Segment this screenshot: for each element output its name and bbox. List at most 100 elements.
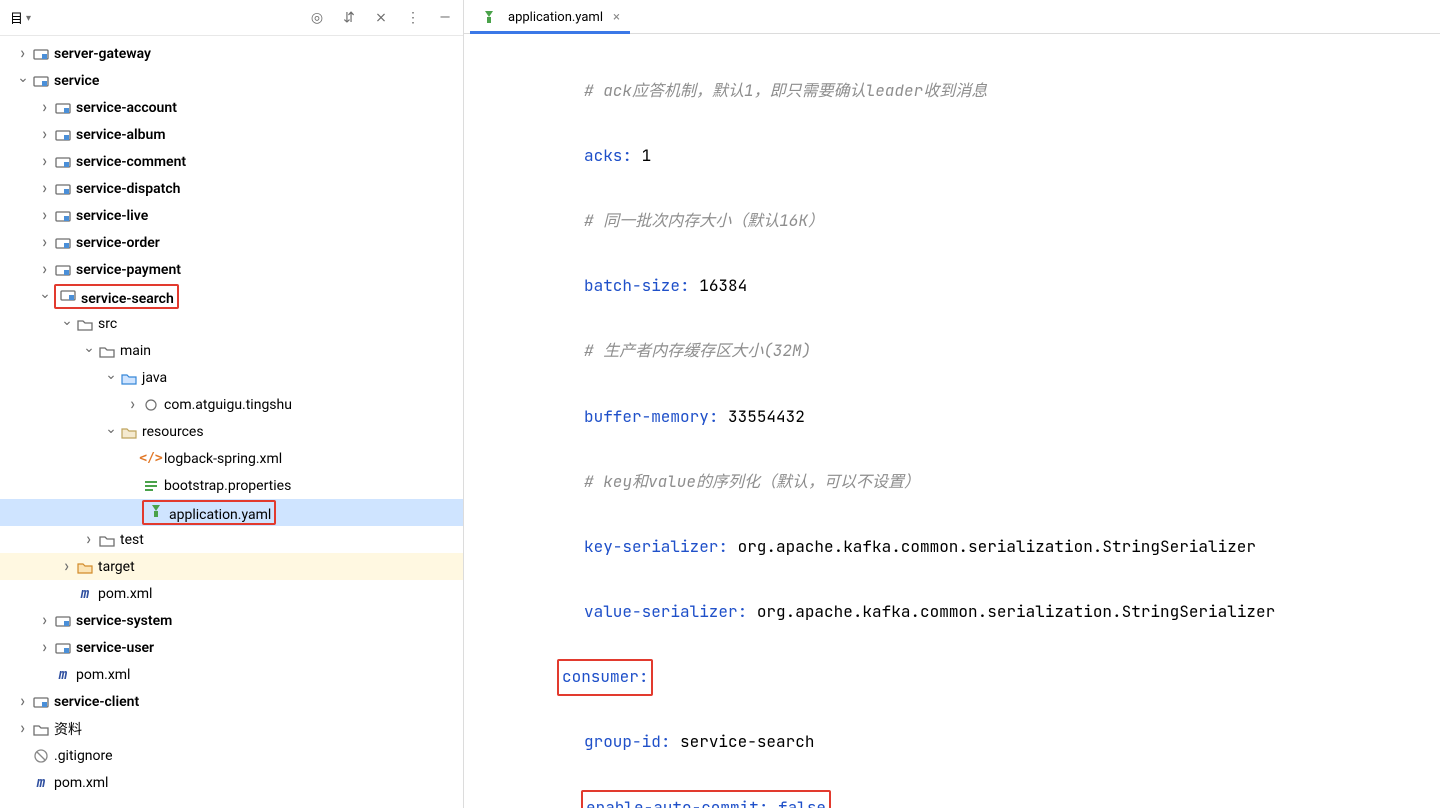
tree-item-test[interactable]: test: [0, 526, 463, 553]
tree-arrow-icon[interactable]: [36, 209, 54, 222]
tree-label: service-album: [76, 127, 166, 143]
tree-item-service-system[interactable]: service-system: [0, 607, 463, 634]
highlight-box: service-search: [54, 284, 179, 309]
tree-arrow-icon[interactable]: [80, 343, 98, 359]
tree-label: java: [142, 370, 167, 386]
tree-item-service[interactable]: service: [0, 67, 463, 94]
props-icon: [142, 477, 160, 495]
tree-label: com.atguigu.tingshu: [164, 397, 292, 413]
code-key: consumer: [562, 666, 639, 687]
close-icon[interactable]: ×: [613, 10, 620, 25]
tree-arrow-icon[interactable]: [14, 73, 32, 89]
tree-item-bootstrap-properties[interactable]: bootstrap.properties: [0, 472, 463, 499]
tree-arrow-icon[interactable]: [102, 370, 120, 386]
folder-mod-icon: [54, 207, 72, 225]
select-opened-file-icon[interactable]: ◎: [307, 8, 327, 28]
code-key: batch-size: [584, 270, 680, 303]
highlight-enable-auto-commit: enable-auto-commit: false: [581, 790, 831, 808]
folder-mod-icon: [32, 72, 50, 90]
tree-item--gitignore[interactable]: .gitignore: [0, 742, 463, 769]
tree-label: target: [98, 559, 135, 575]
folder-mod-icon: [32, 693, 50, 711]
tree-item-service-live[interactable]: service-live: [0, 202, 463, 229]
tree-item-pom-xml[interactable]: mpom.xml: [0, 580, 463, 607]
project-view-label[interactable]: 目: [10, 8, 23, 27]
tree-arrow-icon[interactable]: [36, 182, 54, 195]
folder-icon: [98, 531, 116, 549]
tree-arrow-icon[interactable]: [102, 424, 120, 440]
tree-label: service-account: [76, 100, 177, 116]
tree-item-main[interactable]: main: [0, 337, 463, 364]
tree-item-service-payment[interactable]: service-payment: [0, 256, 463, 283]
m-icon: m: [32, 774, 50, 792]
tree-label: logback-spring.xml: [164, 451, 282, 467]
folder-target-icon: [76, 558, 94, 576]
tree-item-service-search[interactable]: service-search: [0, 283, 463, 310]
code-editor[interactable]: # ack应答机制，默认1，即只需要确认leader收到消息 acks: 1 #…: [464, 34, 1440, 808]
code-value: 33554432: [728, 401, 805, 434]
tree-item-application-yaml[interactable]: application.yaml: [0, 499, 463, 526]
tree-item-target[interactable]: target: [0, 553, 463, 580]
code-comment: # 生产者内存缓存区大小(32M): [584, 335, 811, 368]
code-value: 16384: [699, 270, 747, 303]
tree-arrow-icon[interactable]: [36, 263, 54, 276]
tree-item--[interactable]: 资料: [0, 715, 463, 742]
tree-label: application.yaml: [169, 507, 271, 523]
project-tree[interactable]: server-gateway service service-account serv…: [0, 36, 463, 808]
tree-arrow-icon[interactable]: [36, 236, 54, 249]
tree-item-resources[interactable]: resources: [0, 418, 463, 445]
tree-arrow-icon[interactable]: [36, 155, 54, 168]
tree-item-service-dispatch[interactable]: service-dispatch: [0, 175, 463, 202]
tree-item-service-user[interactable]: service-user: [0, 634, 463, 661]
tree-item-src[interactable]: src: [0, 310, 463, 337]
tree-label: service-live: [76, 208, 148, 224]
tree-label: main: [120, 343, 151, 359]
tree-arrow-icon[interactable]: [14, 722, 32, 735]
tree-label: service-client: [54, 694, 139, 710]
code-key: enable-auto-commit: [586, 797, 759, 808]
tree-arrow-icon[interactable]: [14, 47, 32, 60]
tree-label: service-system: [76, 613, 172, 629]
tree-label: service: [54, 73, 99, 89]
tree-arrow-icon[interactable]: [36, 641, 54, 654]
tree-item-logback-spring-xml[interactable]: </>logback-spring.xml: [0, 445, 463, 472]
tree-arrow-icon[interactable]: [36, 128, 54, 141]
hide-panel-icon[interactable]: —: [435, 8, 455, 28]
tree-item-service-client[interactable]: service-client: [0, 688, 463, 715]
m-icon: m: [54, 666, 72, 684]
tree-arrow-icon[interactable]: [36, 101, 54, 114]
tree-item-server-gateway[interactable]: server-gateway: [0, 40, 463, 67]
tree-arrow-icon[interactable]: [80, 533, 98, 546]
editor-area: application.yaml × # ack应答机制，默认1，即只需要确认l…: [464, 0, 1440, 808]
tree-arrow-icon[interactable]: [124, 398, 142, 411]
tree-arrow-icon[interactable]: [36, 289, 54, 305]
code-comment: # ack应答机制，默认1，即只需要确认leader收到消息: [584, 75, 987, 108]
xml-icon: </>: [142, 450, 160, 468]
tree-arrow-icon[interactable]: [58, 316, 76, 332]
folder-mod-icon: [54, 99, 72, 117]
code-key: key-serializer: [584, 531, 718, 564]
folder-mod-icon: [54, 153, 72, 171]
chevron-down-icon[interactable]: [26, 10, 31, 25]
tree-item-service-order[interactable]: service-order: [0, 229, 463, 256]
project-toolbar: 目 ◎ ⇵ ⨯ ⋮ —: [0, 0, 463, 36]
tab-label: application.yaml: [508, 10, 603, 25]
code-value: 1: [642, 140, 652, 173]
tree-item-java[interactable]: java: [0, 364, 463, 391]
tree-item-pom-xml[interactable]: mpom.xml: [0, 769, 463, 796]
tree-item-com-atguigu-tingshu[interactable]: com.atguigu.tingshu: [0, 391, 463, 418]
tree-arrow-icon[interactable]: [58, 560, 76, 573]
tree-item-service-album[interactable]: service-album: [0, 121, 463, 148]
folder-mod-icon: [54, 234, 72, 252]
tab-application-yaml[interactable]: application.yaml ×: [470, 1, 630, 33]
tree-label: service-dispatch: [76, 181, 180, 197]
more-options-icon[interactable]: ⋮: [403, 8, 423, 28]
expand-collapse-icon[interactable]: ⇵: [339, 8, 359, 28]
tree-item-pom-xml[interactable]: mpom.xml: [0, 661, 463, 688]
tree-arrow-icon[interactable]: [14, 695, 32, 708]
collapse-all-icon[interactable]: ⨯: [371, 8, 391, 28]
tree-item-service-account[interactable]: service-account: [0, 94, 463, 121]
tree-item-service-comment[interactable]: service-comment: [0, 148, 463, 175]
highlight-box: application.yaml: [142, 500, 276, 525]
tree-arrow-icon[interactable]: [36, 614, 54, 627]
